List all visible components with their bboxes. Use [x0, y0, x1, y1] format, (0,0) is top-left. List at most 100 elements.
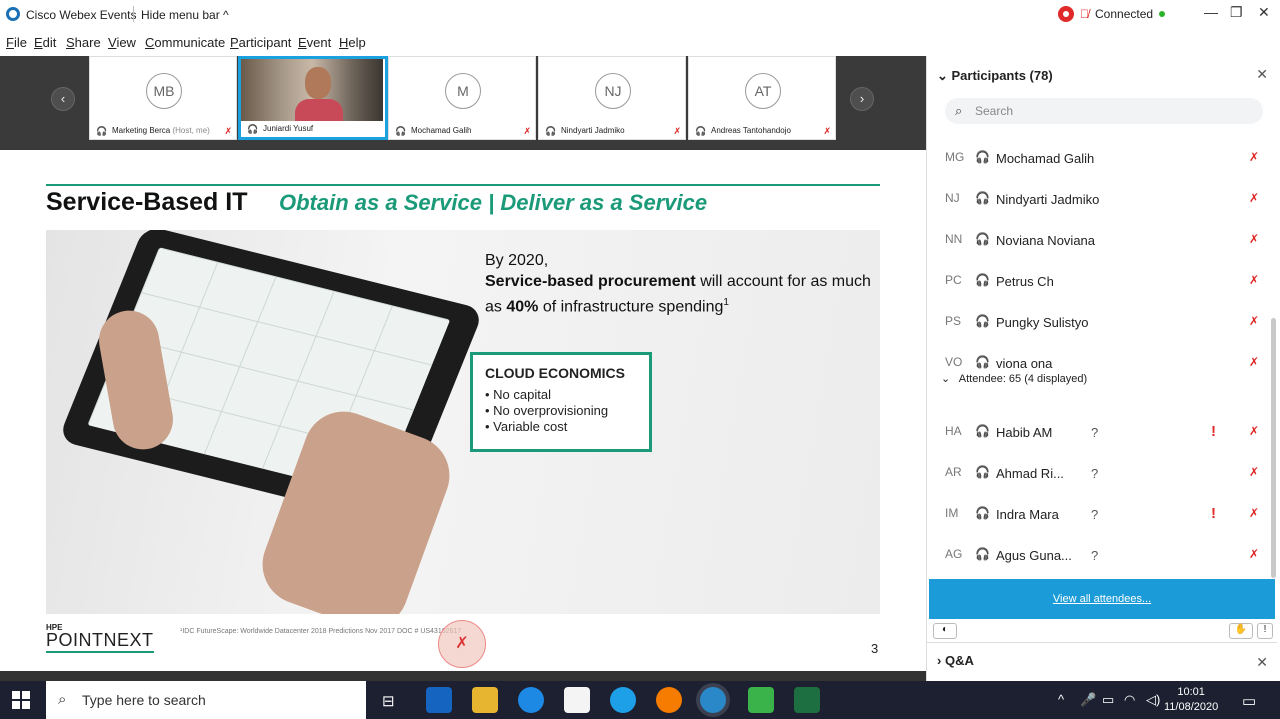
- mic-muted-icon: ✗: [523, 126, 531, 136]
- battery-icon[interactable]: ▭: [1102, 692, 1114, 708]
- menu-view[interactable]: View: [108, 35, 136, 50]
- headset-icon: 🎧: [975, 465, 990, 479]
- close-qa-icon[interactable]: ✕: [1256, 654, 1268, 671]
- taskbar-clock[interactable]: 10:01 11/08/2020: [1164, 685, 1218, 715]
- webex-taskbar-icon[interactable]: [700, 687, 726, 713]
- panel-scrollbar[interactable]: [1271, 318, 1276, 578]
- menu-participant[interactable]: Participant: [230, 35, 291, 50]
- view-all-attendees-link[interactable]: View all attendees...: [929, 579, 1275, 619]
- list-item: No capital: [485, 387, 637, 403]
- thumb-label: Nindyarti Jadmiko: [561, 126, 625, 135]
- volume-icon[interactable]: ◁): [1146, 692, 1160, 708]
- file-explorer-icon[interactable]: [472, 687, 498, 713]
- menu-share[interactable]: Share: [66, 35, 101, 50]
- alert-icon: !: [1211, 505, 1216, 522]
- hide-menu-bar-button[interactable]: Hide menu bar ^: [141, 8, 229, 22]
- headset-icon: 🎧: [975, 424, 990, 438]
- list-item: No overprovisioning: [485, 403, 637, 419]
- slide-footnote: ¹IDC FutureScape: Worldwide Datacenter 2…: [180, 628, 462, 635]
- record-icon[interactable]: [1058, 6, 1074, 22]
- excel-icon[interactable]: [794, 687, 820, 713]
- attendee-section-header[interactable]: ⌄ Attendee: 65 (4 displayed): [941, 372, 1087, 385]
- list-item[interactable]: IM 🎧 Indra Mara? ! ✗: [927, 496, 1277, 537]
- headset-icon: 🎧: [247, 124, 259, 134]
- floating-mute-icon[interactable]: ✗: [438, 620, 486, 668]
- connection-status: 🎙̸ Connected: [1058, 5, 1166, 23]
- list-item[interactable]: HA 🎧 Habib AM? ! ✗: [927, 414, 1277, 455]
- alert-button-icon[interactable]: !: [1257, 623, 1273, 639]
- headset-icon: 🎧: [975, 191, 990, 205]
- qa-panel-header[interactable]: › Q&A: [937, 653, 974, 668]
- mic-muted-icon: ✗: [1249, 314, 1260, 328]
- mic-muted-icon[interactable]: 🎙̸: [1080, 7, 1089, 21]
- list-item[interactable]: NJ 🎧 Nindyarti Jadmiko ✗: [927, 181, 1277, 222]
- thumb-label: Marketing Berca (Host, me): [112, 126, 210, 135]
- video-thumb-at[interactable]: AT Andreas Tantohandojo 🎧 ✗: [688, 56, 836, 140]
- menu-edit[interactable]: Edit: [34, 35, 56, 50]
- mic-muted-icon: ✗: [823, 126, 831, 136]
- shared-slide: Service-Based IT Obtain as a Service | D…: [0, 150, 926, 681]
- taskbar-search-input[interactable]: ⌕ Type here to search: [46, 681, 366, 719]
- list-item[interactable]: AG 🎧 Agus Guna...? ✗: [927, 537, 1277, 578]
- show-hidden-icons-icon[interactable]: ^: [1058, 692, 1064, 707]
- list-item[interactable]: PS 🎧 Pungky Sulistyo ✗: [927, 304, 1277, 345]
- menu-help[interactable]: Help: [339, 35, 366, 50]
- mic-muted-icon: ✗: [1249, 191, 1260, 205]
- cloud-economics-box: CLOUD ECONOMICS No capital No overprovis…: [470, 352, 652, 452]
- close-button[interactable]: ✕: [1258, 4, 1270, 21]
- raise-hand-icon[interactable]: ✋: [1229, 623, 1253, 639]
- minimize-button[interactable]: —: [1204, 4, 1218, 20]
- menu-file[interactable]: File: [6, 35, 27, 50]
- list-item[interactable]: NN 🎧 Noviana Noviana ✗: [927, 222, 1277, 263]
- windows-start-icon[interactable]: [12, 691, 30, 709]
- app-title: Cisco Webex Events: [26, 8, 137, 22]
- slide-photo: By 2020, Service-based procurement will …: [46, 230, 880, 614]
- search-icon: ⌕: [955, 103, 963, 118]
- mic-muted-icon: ✗: [1249, 232, 1260, 246]
- store-icon[interactable]: [564, 687, 590, 713]
- participant-search-input[interactable]: ⌕ Search: [945, 98, 1263, 124]
- video-thumb-active[interactable]: Juniardi Yusuf 🎧: [238, 56, 388, 140]
- headset-icon: 🎧: [545, 126, 557, 136]
- notifications-icon[interactable]: ▭: [1242, 692, 1256, 710]
- mic-muted-icon: ✗: [1249, 355, 1260, 369]
- task-view-icon[interactable]: ⊟: [382, 692, 395, 710]
- list-item[interactable]: AR 🎧 Ahmad Ri...? ✗: [927, 455, 1277, 496]
- thumb-label: Andreas Tantohandojo: [711, 126, 791, 135]
- chat-app-icon[interactable]: [748, 687, 774, 713]
- video-thumb-m[interactable]: M Mochamad Galih 🎧 ✗: [388, 56, 536, 140]
- headset-icon: 🎧: [975, 314, 990, 328]
- next-video-button[interactable]: ›: [850, 87, 874, 111]
- slide-claim: By 2020, Service-based procurement will …: [485, 252, 871, 316]
- avatar: MB: [146, 73, 182, 109]
- mic-muted-icon: ✗: [673, 126, 681, 136]
- edge-icon[interactable]: [518, 687, 544, 713]
- participants-panel: ⌄ Participants (78) ✕ ⌕ Search MG 🎧 Mocha…: [926, 56, 1280, 681]
- list-item: Variable cost: [485, 419, 637, 435]
- menu-communicate[interactable]: Communicate: [145, 35, 225, 50]
- prev-video-button[interactable]: ‹: [51, 87, 75, 111]
- microphone-tray-icon[interactable]: 🎤: [1080, 692, 1096, 708]
- mic-muted-icon: ✗: [1249, 150, 1260, 164]
- firefox-icon[interactable]: [656, 687, 682, 713]
- close-panel-icon[interactable]: ✕: [1256, 66, 1268, 83]
- skype-icon[interactable]: [610, 687, 636, 713]
- headset-icon: 🎧: [975, 547, 990, 561]
- avatar: NJ: [595, 73, 631, 109]
- mic-muted-icon: ✗: [1249, 547, 1260, 561]
- camera-feed: [241, 59, 383, 121]
- list-item[interactable]: PC 🎧 Petrus Ch ✗: [927, 263, 1277, 304]
- connected-dot-icon: [1159, 11, 1166, 17]
- panel-header[interactable]: ⌄ Participants (78): [937, 68, 1053, 84]
- video-thumb-mb[interactable]: MB Marketing Berca (Host, me) 🎧 ✗: [89, 56, 237, 140]
- menu-event[interactable]: Event: [298, 35, 331, 50]
- wifi-icon[interactable]: ◠: [1124, 692, 1135, 708]
- status-toggle-icon[interactable]: ◐: [933, 623, 957, 639]
- participant-list: MG 🎧 Mochamad Galih ✗ NJ 🎧 Nindyarti Jadmik…: [927, 134, 1277, 579]
- title-rule: [46, 184, 880, 186]
- list-item[interactable]: MG 🎧 Mochamad Galih ✗: [927, 140, 1277, 181]
- outlook-icon[interactable]: [426, 687, 452, 713]
- title-bar: Cisco Webex Events Hide menu bar ^ 🎙̸ Co…: [0, 0, 1280, 29]
- restore-button[interactable]: ❐: [1230, 4, 1243, 21]
- video-thumb-nj[interactable]: NJ Nindyarti Jadmiko 🎧 ✗: [538, 56, 686, 140]
